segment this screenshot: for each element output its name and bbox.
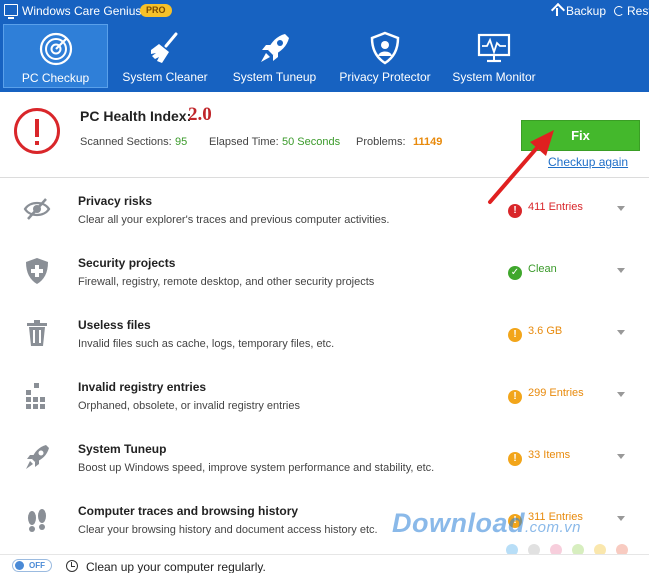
list-item-security-projects[interactable]: Security projects Firewall, registry, re…: [0, 256, 649, 318]
backup-label: Backup: [566, 4, 607, 18]
item-description: Boost up Windows speed, improve system p…: [78, 462, 435, 474]
restore-icon: [614, 6, 624, 16]
warning-icon: !: [508, 328, 522, 342]
list-item-privacy-risks[interactable]: Privacy risks Clear all your explorer's …: [0, 194, 649, 256]
chevron-down-icon[interactable]: [617, 206, 625, 211]
chevron-down-icon[interactable]: [617, 330, 625, 335]
item-description: Invalid files such as cache, logs, tempo…: [78, 338, 335, 350]
shield-plus-icon: [26, 258, 48, 284]
monitor-icon: [4, 4, 18, 19]
rocket-icon: [26, 445, 49, 469]
list-item-useless-files[interactable]: Useless files Invalid files such as cach…: [0, 318, 649, 380]
pro-badge: PRO: [140, 4, 172, 17]
item-description: Clear all your explorer's traces and pre…: [78, 214, 390, 226]
elapsed-time-label: Elapsed Time:: [209, 136, 279, 148]
registry-blocks-icon: [26, 383, 45, 409]
item-description: Firewall, registry, remote desktop, and …: [78, 276, 375, 288]
item-description: Clear your browsing history and document…: [78, 524, 378, 536]
item-title: Computer traces and browsing history: [78, 504, 299, 518]
tab-pc-checkup[interactable]: PC Checkup: [3, 24, 108, 88]
auto-clean-toggle[interactable]: OFF: [12, 559, 52, 572]
tab-label: Privacy Protector: [339, 70, 431, 84]
health-index-score: 2.0: [188, 104, 212, 125]
check-icon: ✓: [508, 266, 522, 280]
chevron-down-icon[interactable]: [617, 516, 625, 521]
app-title: Windows Care Genius: [22, 4, 142, 18]
footprints-icon: [28, 509, 46, 532]
chevron-down-icon[interactable]: [617, 268, 625, 273]
item-title: Useless files: [78, 318, 151, 332]
app-header: Windows Care Genius PRO Backup Rest PC C…: [0, 0, 649, 92]
chevron-down-icon[interactable]: [617, 454, 625, 459]
radar-icon: [39, 32, 72, 66]
item-title: Security projects: [78, 256, 176, 270]
eye-slash-icon: [23, 198, 51, 220]
status-text: 299 Entries: [528, 387, 584, 399]
tab-label: System Monitor: [452, 70, 536, 84]
watermark-logo: Download.com.vn: [392, 508, 581, 539]
shield-icon: [370, 31, 400, 65]
tab-system-cleaner[interactable]: System Cleaner: [110, 24, 220, 88]
rocket-icon: [260, 34, 289, 62]
title-bar: Windows Care Genius PRO Backup Rest: [0, 0, 649, 22]
problems-value: 11149: [413, 136, 443, 148]
item-status: ! 33 Items: [508, 449, 570, 466]
warning-icon: !: [508, 452, 522, 466]
item-status: ! 299 Entries: [508, 387, 584, 404]
item-status: ! 3.6 GB: [508, 325, 562, 342]
list-item-invalid-registry[interactable]: Invalid registry entries Orphaned, obsol…: [0, 380, 649, 442]
item-description: Orphaned, obsolete, or invalid registry …: [78, 400, 300, 412]
monitor-pulse-icon: [477, 33, 511, 63]
tab-system-tuneup[interactable]: System Tuneup: [222, 24, 327, 88]
watermark-brand: Download: [392, 508, 525, 538]
restore-button[interactable]: Rest: [614, 4, 649, 18]
status-text: 411 Entries: [528, 201, 583, 213]
tab-privacy-protector[interactable]: Privacy Protector: [332, 24, 438, 88]
item-status: ✓ Clean: [508, 263, 557, 280]
chevron-down-icon[interactable]: [617, 392, 625, 397]
item-title: System Tuneup: [78, 442, 167, 456]
trash-icon: [27, 320, 47, 346]
item-title: Privacy risks: [78, 194, 153, 208]
status-text: Clean: [528, 263, 557, 275]
tab-label: System Tuneup: [232, 70, 317, 84]
scanned-sections-value: 95: [175, 136, 188, 148]
backup-button[interactable]: Backup: [552, 4, 606, 18]
elapsed-time-value: 50 Seconds: [282, 136, 341, 148]
status-text: 3.6 GB: [528, 325, 563, 337]
problems-label: Problems:: [356, 136, 406, 148]
item-title: Invalid registry entries: [78, 380, 207, 394]
tab-label: PC Checkup: [21, 71, 90, 85]
alert-icon: [14, 108, 60, 154]
scanned-sections-label: Scanned Sections:: [80, 136, 172, 148]
list-item-system-tuneup[interactable]: System Tuneup Boost up Windows speed, im…: [0, 442, 649, 504]
alarm-clock-icon: [66, 560, 78, 572]
toggle-label: OFF: [29, 561, 45, 570]
item-status: ! 411 Entries: [508, 201, 583, 218]
arrow-up-icon: [552, 5, 562, 17]
restore-label: Rest: [627, 4, 649, 18]
broom-icon: [151, 32, 178, 63]
footer-message: Clean up your computer regularly.: [86, 560, 266, 573]
tab-label: System Cleaner: [122, 70, 208, 84]
toggle-knob: [15, 561, 24, 570]
warning-icon: !: [508, 390, 522, 404]
health-index-label: PC Health Index:: [80, 108, 192, 124]
tab-system-monitor[interactable]: System Monitor: [442, 24, 546, 88]
warning-icon: !: [508, 204, 522, 218]
status-text: 33 Items: [528, 449, 571, 461]
watermark-suffix: .com.vn: [525, 519, 582, 536]
